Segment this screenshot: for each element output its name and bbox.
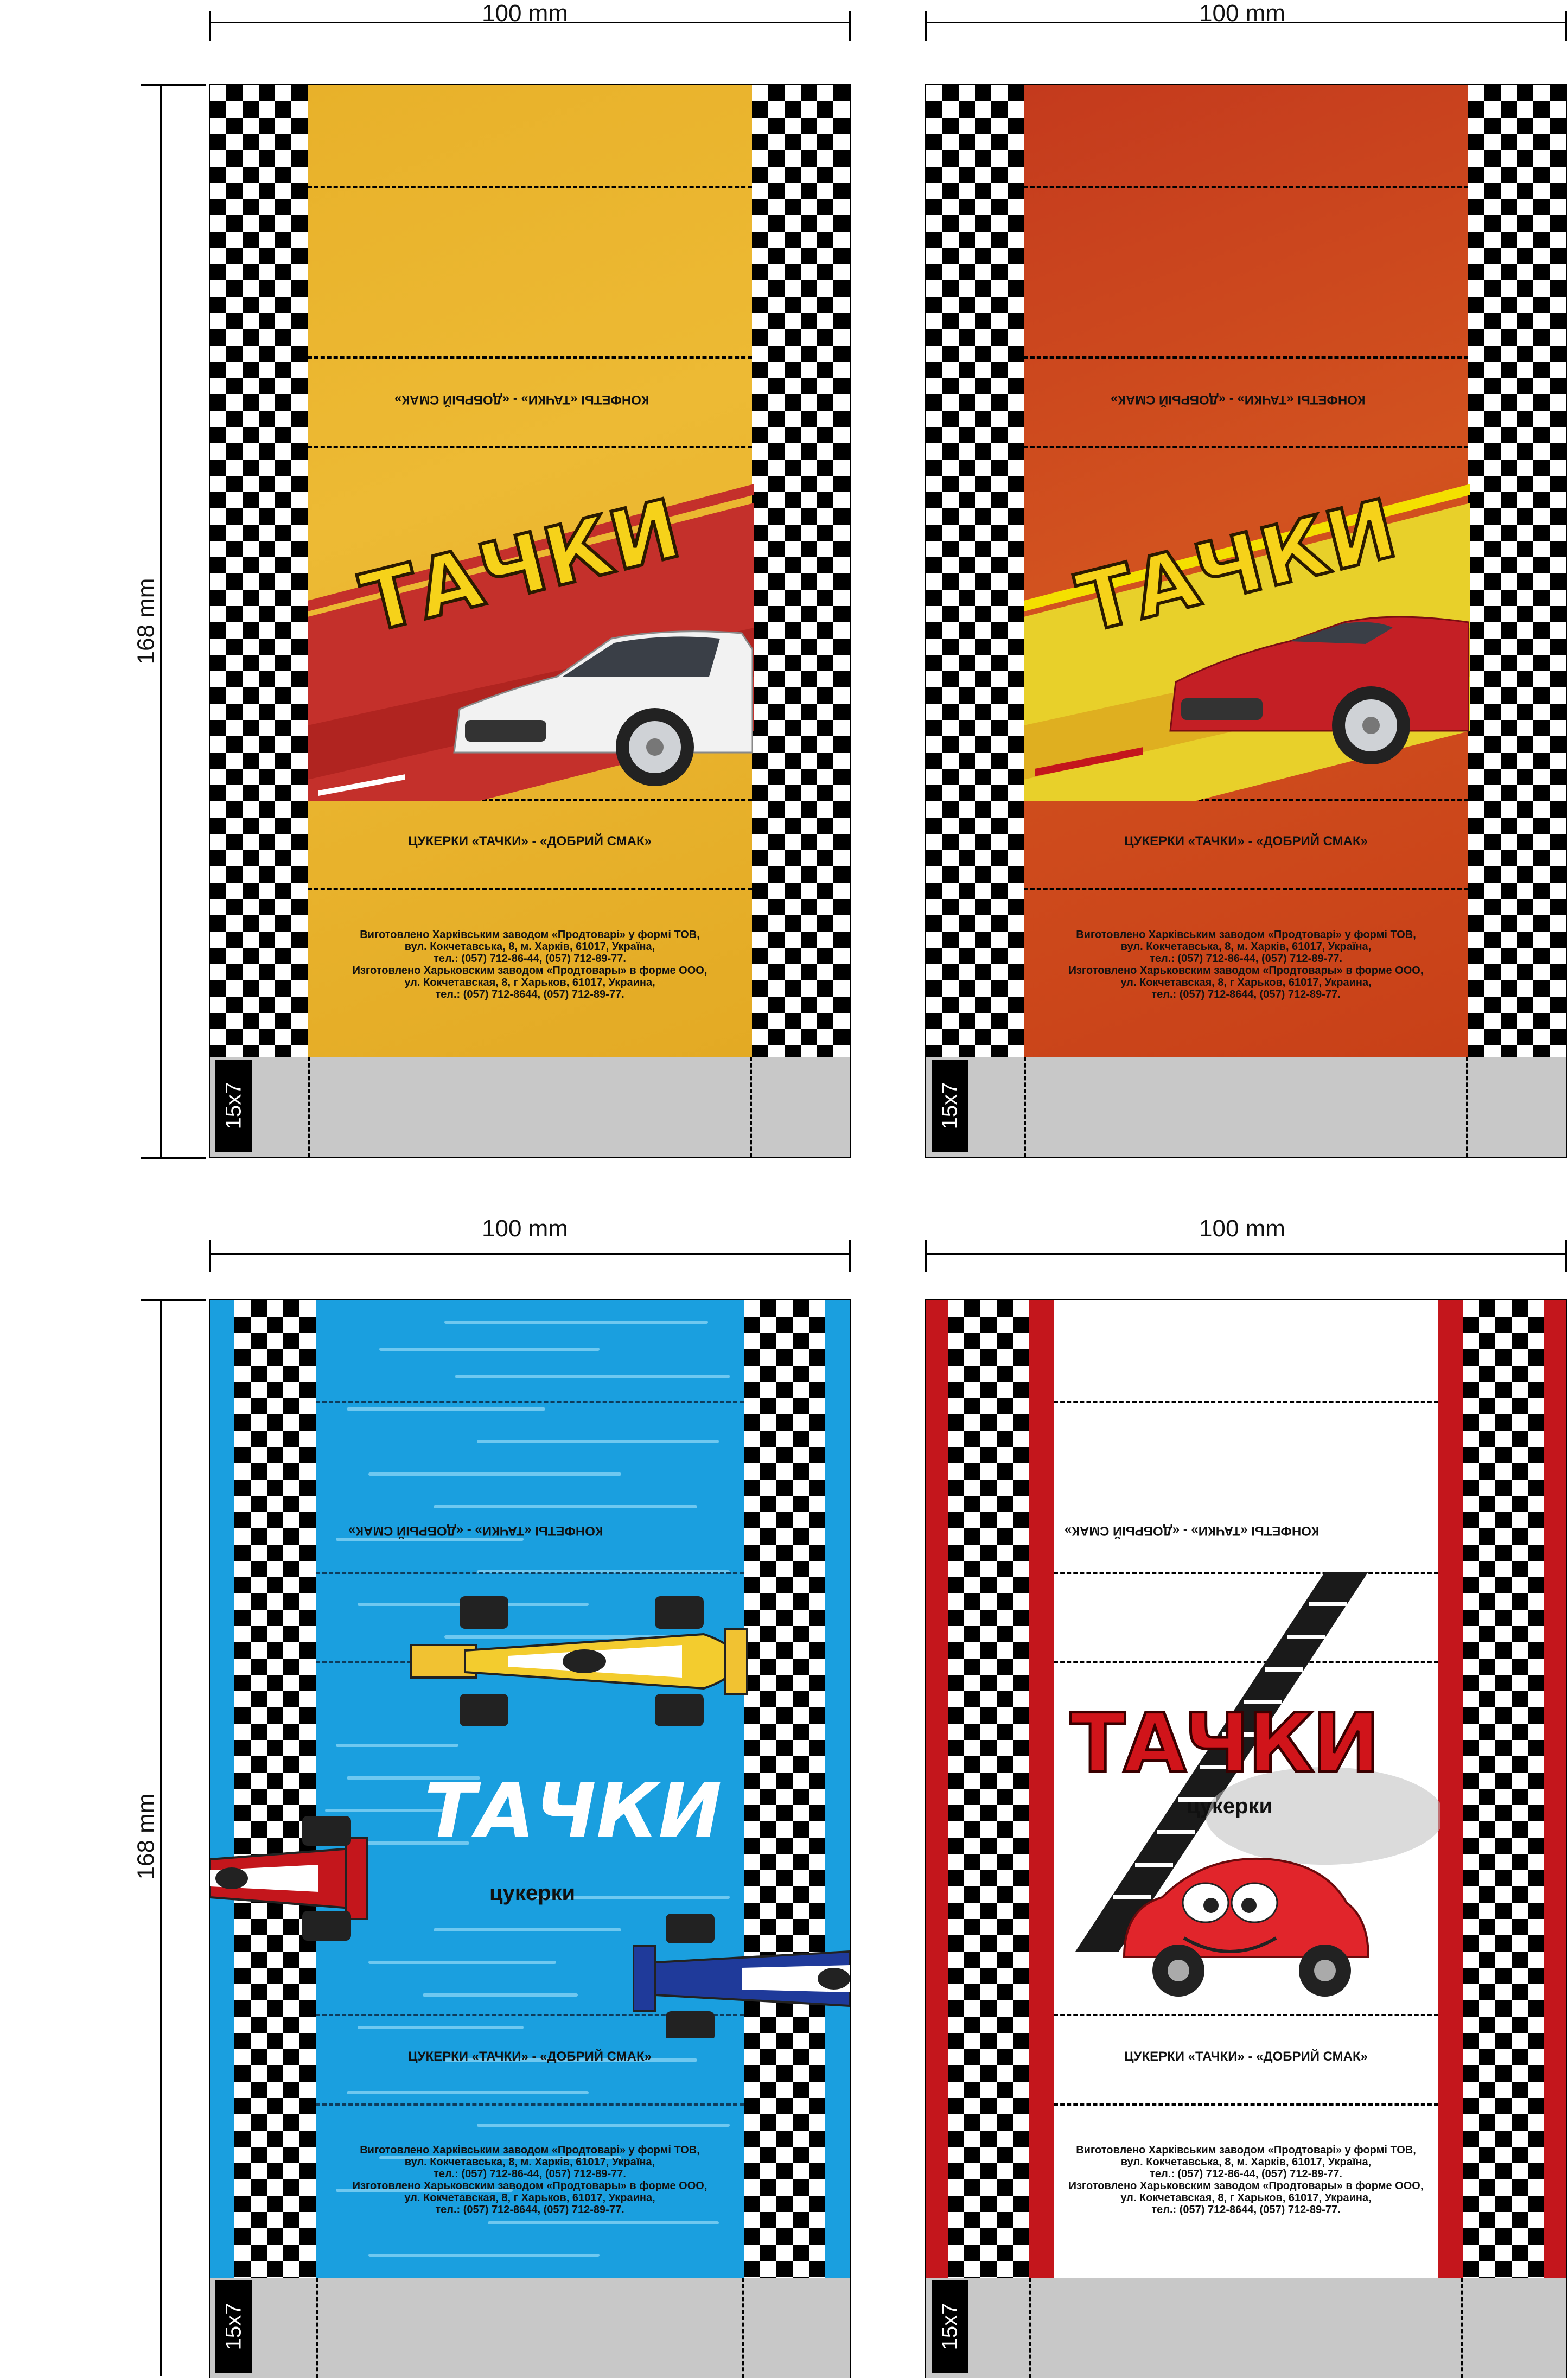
height-label: 168 mm	[132, 578, 160, 665]
product-caption: ЦУКЕРКИ «ТАЧКИ» - «ДОБРИЙ СМАК»	[407, 2049, 652, 2064]
subtitle: цукерки	[489, 1881, 576, 1905]
size-tag: 15x7	[932, 1060, 968, 1152]
checker-border-left	[926, 85, 1024, 1057]
checker-border-right	[752, 85, 850, 1057]
maker-info: Виготовлено Харківським заводом «Продтов…	[352, 2144, 707, 2216]
cartoon-car-image	[1123, 1857, 1370, 1997]
top-caption: КОНФЕТЫ «ТАЧКИ» - «ДОБРЫЙ СМАК»	[1065, 1523, 1320, 1538]
checker-border-left	[234, 1300, 316, 2278]
top-caption: КОНФЕТЫ «ТАЧКИ» - «ДОБРЫЙ СМАК»	[394, 392, 649, 407]
white-car-image	[453, 630, 753, 786]
subtitle: цукерки	[1187, 1794, 1273, 1818]
maker-info: Виготовлено Харківським заводом «Продтов…	[1068, 2144, 1424, 2216]
red-race-car	[210, 1816, 368, 1941]
red-stripe-left	[1029, 1300, 1054, 2278]
width-label: 100 mm	[482, 1215, 568, 1242]
wrapper-orange: КОНФЕТЫ «ТАЧКИ» - «ДОБРЫЙ СМАК» ТАЧКИ ЦУ…	[925, 84, 1567, 1158]
yellow-panel: КОНФЕТЫ «ТАЧКИ» - «ДОБРЫЙ СМАК» ТАЧКИ ЦУ…	[308, 85, 754, 1057]
wrapper-yellow: КОНФЕТЫ «ТАЧКИ» - «ДОБРЫЙ СМАК» ТАЧКИ ЦУ…	[209, 84, 851, 1158]
orange-panel: КОНФЕТЫ «ТАЧКИ» - «ДОБРЫЙ СМАК» ТАЧКИ ЦУ…	[1024, 85, 1470, 1057]
maker-info: Виготовлено Харківським заводом «Продтов…	[352, 929, 707, 1000]
seal-strip	[210, 1057, 850, 1157]
yellow-race-car	[410, 1596, 748, 1726]
fold-line	[308, 356, 752, 359]
height-label: 168 mm	[132, 1793, 160, 1880]
red-stripe-right	[1438, 1300, 1463, 2278]
red-border-right	[1544, 1300, 1566, 2278]
checker-border-right	[1463, 1300, 1544, 2278]
checker-border-left	[210, 85, 308, 1057]
fold-line	[308, 186, 752, 188]
top-caption: КОНФЕТЫ «ТАЧКИ» - «ДОБРЫЙ СМАК»	[348, 1523, 603, 1538]
checker-border-left	[948, 1300, 1029, 2278]
wrapper-white: КОНФЕТЫ «ТАЧКИ» - «ДОБРЫЙ СМАК» ТАЧКИ цу…	[925, 1299, 1567, 2378]
seal-strip	[210, 2278, 850, 2378]
white-panel: КОНФЕТЫ «ТАЧКИ» - «ДОБРЫЙ СМАК» ТАЧКИ цу…	[1054, 1300, 1440, 2278]
size-tag: 15x7	[215, 1060, 252, 1152]
checker-border-right	[744, 1300, 825, 2278]
fold-line	[308, 888, 752, 890]
product-caption: ЦУКЕРКИ «ТАЧКИ» - «ДОБРИЙ СМАК»	[407, 834, 652, 849]
size-tag: 15x7	[215, 2280, 252, 2373]
width-label: 100 mm	[1199, 1215, 1285, 1242]
width-label: 100 mm	[482, 0, 568, 27]
blue-panel: КОНФЕТЫ «ТАЧКИ» - «ДОБРЫЙ СМАК» ТАЧКИ цу…	[316, 1300, 744, 2278]
brand-logo: ТАЧКИ	[1069, 1695, 1382, 1793]
width-label: 100 mm	[1199, 0, 1285, 27]
seal-strip	[926, 1057, 1566, 1157]
maker-info: Виготовлено Харківським заводом «Продтов…	[1068, 929, 1424, 1000]
wrapper-blue: КОНФЕТЫ «ТАЧКИ» - «ДОБРЫЙ СМАК» ТАЧКИ цу…	[209, 1299, 851, 2378]
brand-logo: ТАЧКИ	[424, 1767, 722, 1856]
seal-strip	[926, 2278, 1566, 2378]
blue-race-car	[633, 1914, 850, 2038]
product-caption: ЦУКЕРКИ «ТАЧКИ» - «ДОБРИЙ СМАК»	[1124, 2049, 1368, 2064]
size-tag: 15x7	[932, 2280, 968, 2373]
checker-border-right	[1468, 85, 1566, 1057]
product-caption: ЦУКЕРКИ «ТАЧКИ» - «ДОБРИЙ СМАК»	[1124, 834, 1368, 849]
red-border-left	[926, 1300, 948, 2278]
top-caption: КОНФЕТЫ «ТАЧКИ» - «ДОБРЫЙ СМАК»	[1111, 392, 1366, 407]
red-car-image	[1169, 616, 1469, 764]
